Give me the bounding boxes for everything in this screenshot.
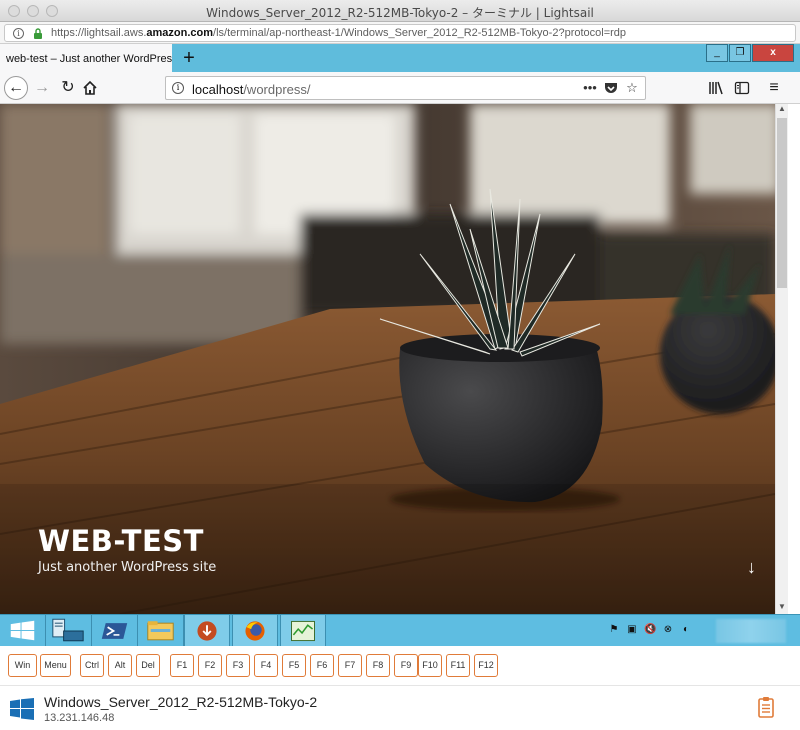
wordpress-hero: WEB-TEST Just another WordPress site ↓ bbox=[0, 104, 775, 614]
instance-footer: Windows_Server_2012_R2-512MB-Tokyo-2 13.… bbox=[0, 686, 800, 730]
special-keys-bar: Win Menu Ctrl Alt Del F1 F2 F3 F4 F5 F6 F7 F8 F9 F10 F1… bbox=[0, 646, 800, 686]
library-icon[interactable] bbox=[708, 80, 724, 96]
outer-url-bar: i https://lightsail.aws.amazon.com/ls/te… bbox=[0, 22, 800, 44]
key-f9[interactable]: F9 bbox=[394, 654, 418, 677]
key-f4[interactable]: F4 bbox=[254, 654, 278, 677]
home-icon[interactable] bbox=[82, 80, 98, 96]
firefox-icon[interactable] bbox=[232, 615, 278, 647]
volume-muted-icon[interactable]: 🔇 bbox=[644, 624, 656, 636]
key-f7[interactable]: F7 bbox=[338, 654, 362, 677]
back-arrow-icon[interactable]: ← bbox=[4, 76, 28, 100]
site-tagline: Just another WordPress site bbox=[38, 560, 217, 575]
sidebar-icon[interactable] bbox=[734, 80, 750, 96]
close-button[interactable]: x bbox=[752, 44, 794, 62]
key-f8[interactable]: F8 bbox=[366, 654, 390, 677]
key-ctrl[interactable]: Ctrl bbox=[80, 654, 104, 677]
mac-title-bar: Windows_Server_2012_R2-512MB-Tokyo-2 – タ… bbox=[0, 0, 800, 22]
key-del[interactable]: Del bbox=[136, 654, 160, 677]
clipboard-icon[interactable] bbox=[758, 696, 774, 718]
window-title: Windows_Server_2012_R2-512MB-Tokyo-2 – タ… bbox=[206, 6, 594, 20]
key-f2[interactable]: F2 bbox=[198, 654, 222, 677]
downloader-icon[interactable] bbox=[184, 615, 230, 647]
key-f6[interactable]: F6 bbox=[310, 654, 334, 677]
windows-logo-icon bbox=[10, 698, 34, 720]
firefox-tab-bar: web-test – Just another WordPress site +… bbox=[0, 44, 800, 72]
file-explorer-icon[interactable] bbox=[138, 615, 184, 647]
pocket-icon[interactable] bbox=[604, 81, 618, 95]
forward-arrow-icon[interactable]: → bbox=[30, 76, 54, 100]
windows-taskbar: ⚑ ▣ 🔇 ⊗ ◐ bbox=[0, 614, 800, 647]
scroll-thumb[interactable] bbox=[777, 118, 787, 288]
task-manager-icon[interactable] bbox=[280, 615, 326, 647]
key-f1[interactable]: F1 bbox=[170, 654, 194, 677]
bookmark-star-icon[interactable]: ☆ bbox=[624, 80, 640, 96]
tab-web-test[interactable]: web-test – Just another WordPress site bbox=[0, 44, 172, 72]
key-f11[interactable]: F11 bbox=[446, 654, 470, 677]
hamburger-menu-icon[interactable]: ≡ bbox=[762, 76, 786, 100]
restore-button[interactable]: ❐ bbox=[729, 44, 751, 62]
vertical-scrollbar[interactable]: ▲ ▼ bbox=[775, 104, 788, 614]
power-icon[interactable]: ◐ bbox=[680, 624, 692, 636]
outer-url-text: https://lightsail.aws.amazon.com/ls/term… bbox=[51, 27, 627, 39]
server-manager-icon[interactable] bbox=[46, 615, 92, 647]
site-info-icon[interactable]: i bbox=[172, 82, 184, 94]
network-icon[interactable]: ▣ bbox=[626, 624, 638, 636]
new-tab-button[interactable]: + bbox=[178, 47, 200, 69]
key-f3[interactable]: F3 bbox=[226, 654, 250, 677]
powershell-icon[interactable] bbox=[92, 615, 138, 647]
scroll-up-icon[interactable]: ▲ bbox=[776, 104, 788, 116]
firefox-nav-bar: ← → ↻ i localhost/wordpress/ ••• ☆ ≡ bbox=[0, 72, 800, 104]
outer-url-field[interactable]: i https://lightsail.aws.amazon.com/ls/te… bbox=[4, 24, 796, 42]
site-title[interactable]: WEB-TEST bbox=[38, 524, 204, 558]
address-bar[interactable]: i localhost/wordpress/ ••• ☆ bbox=[165, 76, 646, 100]
tab-title: web-test – Just another WordPress site bbox=[6, 53, 172, 65]
info-icon[interactable]: i bbox=[13, 28, 24, 39]
error-icon[interactable]: ⊗ bbox=[662, 624, 674, 636]
key-f5[interactable]: F5 bbox=[282, 654, 306, 677]
key-alt[interactable]: Alt bbox=[108, 654, 132, 677]
reload-icon[interactable]: ↻ bbox=[56, 76, 80, 100]
instance-name: Windows_Server_2012_R2-512MB-Tokyo-2 bbox=[44, 694, 318, 710]
instance-ip: 13.231.146.48 bbox=[44, 712, 115, 724]
key-f12[interactable]: F12 bbox=[474, 654, 498, 677]
scroll-down-arrow-icon[interactable]: ↓ bbox=[747, 557, 756, 578]
system-tray: ⚑ ▣ 🔇 ⊗ ◐ bbox=[608, 624, 692, 636]
window-controls: _ ❐ x bbox=[705, 44, 794, 62]
clock-blurred bbox=[716, 619, 786, 643]
key-menu[interactable]: Menu bbox=[40, 654, 71, 677]
key-win[interactable]: Win bbox=[8, 654, 37, 677]
page-actions-icon[interactable]: ••• bbox=[582, 80, 598, 96]
scroll-down-icon[interactable]: ▼ bbox=[776, 602, 788, 614]
minimize-button[interactable]: _ bbox=[706, 44, 728, 62]
lock-icon bbox=[34, 28, 42, 39]
flag-icon[interactable]: ⚑ bbox=[608, 624, 620, 636]
key-f10[interactable]: F10 bbox=[418, 654, 442, 677]
address-text: localhost/wordpress/ bbox=[192, 82, 311, 97]
windows-start-icon[interactable] bbox=[0, 615, 46, 647]
